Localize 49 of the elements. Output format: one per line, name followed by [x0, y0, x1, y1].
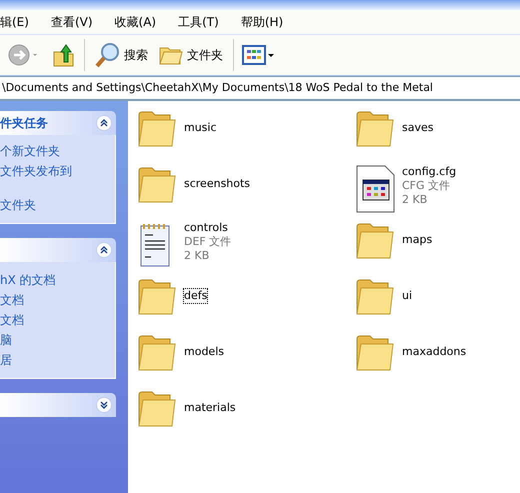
up-folder-icon[interactable] [52, 42, 76, 68]
file-size: 2 KB [402, 193, 428, 207]
file-type: CFG 文件 [402, 179, 452, 193]
folder-icon[interactable] [136, 165, 178, 205]
menu-item[interactable]: 帮助(H) [240, 14, 284, 30]
folder-icon[interactable] [354, 277, 396, 317]
menu-item[interactable]: 辑(E) [0, 14, 29, 30]
file-name: materials [184, 401, 236, 415]
chevron-icon[interactable] [96, 242, 112, 258]
file-name: music [184, 121, 217, 135]
file-name: screenshots [184, 177, 250, 191]
panel-link[interactable]: 文档 [0, 292, 115, 308]
folder-icon[interactable] [354, 333, 396, 373]
folder-icon[interactable] [354, 109, 396, 149]
views-button[interactable] [242, 44, 276, 66]
file-size: 2 KB [184, 249, 210, 263]
file-icon[interactable] [354, 165, 396, 213]
file-name: defs [184, 289, 208, 303]
menu-item[interactable]: 查看(V) [50, 14, 93, 30]
folder-icon[interactable] [136, 277, 178, 317]
panel-link[interactable]: 文档 [0, 312, 115, 328]
folder-icon[interactable] [136, 109, 178, 149]
search-icon [95, 42, 121, 68]
file-type: DEF 文件 [184, 235, 232, 249]
folders-button[interactable]: 文件夹 [156, 43, 225, 67]
panel-link[interactable]: 脑 [0, 332, 115, 348]
file-name: models [184, 345, 224, 359]
panel-header[interactable]: 件夹任务 [0, 111, 116, 135]
file-name: maps [402, 233, 432, 247]
file-name: config.cfg [402, 165, 456, 179]
forward-button[interactable] [8, 42, 38, 68]
search-button[interactable]: 搜索 [93, 42, 150, 68]
menu-item[interactable]: 工具(T) [178, 14, 219, 30]
panel-link[interactable]: hX 的文档 [0, 272, 115, 288]
file-name: saves [402, 121, 434, 135]
file-name: controls [184, 221, 228, 235]
file-name: ui [402, 289, 412, 303]
folder-icon[interactable] [136, 389, 178, 429]
panel-title: 件夹任务 [0, 114, 48, 132]
panel-link[interactable]: 居 [0, 352, 115, 368]
chevron-icon[interactable] [96, 397, 112, 413]
menu-item[interactable]: 收藏(A) [114, 14, 156, 30]
panel-link[interactable]: 文件夹 [0, 197, 115, 213]
panel-link[interactable]: 文件夹发布到 [0, 163, 115, 179]
folder-icon[interactable] [354, 221, 396, 261]
file-name: maxaddons [402, 345, 466, 359]
folder-icon[interactable] [136, 333, 178, 373]
panel-link[interactable]: 个新文件夹 [0, 143, 115, 159]
chevron-icon[interactable] [96, 115, 112, 131]
